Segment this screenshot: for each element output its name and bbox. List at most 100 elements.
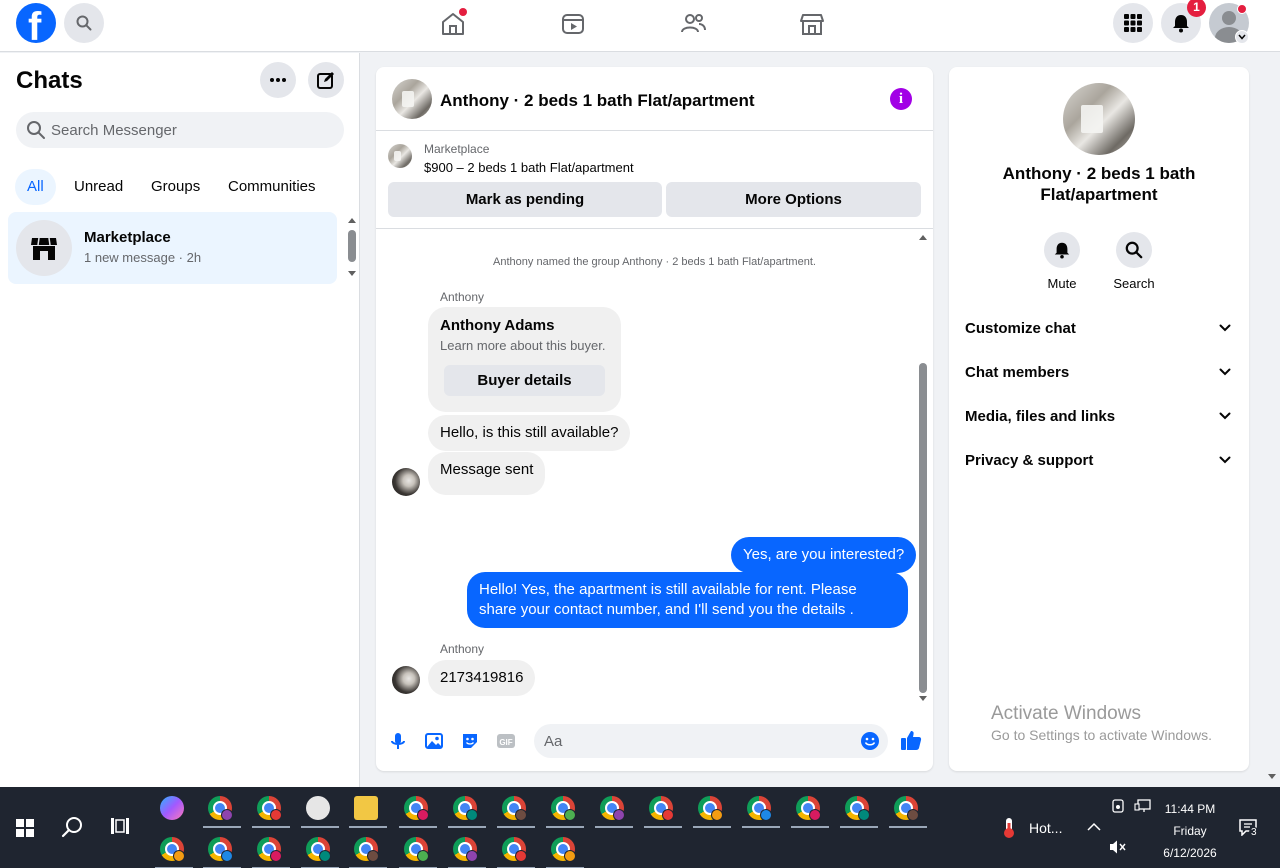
photo-icon[interactable] bbox=[424, 731, 444, 751]
taskbar-app-icon[interactable] bbox=[889, 792, 927, 828]
taskbar-app-icon[interactable] bbox=[301, 792, 339, 828]
taskbar-app-icon[interactable] bbox=[301, 833, 339, 868]
chrome-profile-badge bbox=[515, 850, 527, 862]
search-facebook-button[interactable] bbox=[64, 3, 104, 43]
sender-name: Anthony bbox=[440, 290, 485, 304]
scroll-down-arrow-icon[interactable] bbox=[918, 695, 928, 703]
taskbar-app-icon[interactable] bbox=[497, 833, 535, 868]
search-icon bbox=[76, 15, 92, 31]
chevron-up-icon[interactable] bbox=[1087, 822, 1101, 832]
volume-muted-icon[interactable] bbox=[1109, 839, 1127, 855]
taskbar-app-icon[interactable] bbox=[742, 792, 780, 828]
taskbar-app-icon[interactable] bbox=[252, 833, 290, 868]
taskbar-app-icon[interactable] bbox=[155, 792, 193, 828]
filter-communities[interactable]: Communities bbox=[216, 169, 328, 205]
new-message-button[interactable] bbox=[308, 62, 344, 98]
chat-options-button[interactable] bbox=[260, 62, 296, 98]
section-label: Privacy & support bbox=[965, 452, 1094, 469]
taskbar-app-icon[interactable] bbox=[546, 792, 584, 828]
menu-button[interactable] bbox=[1113, 3, 1153, 43]
weather-thermometer-icon[interactable] bbox=[1000, 817, 1018, 839]
conversation-info-icon[interactable]: i bbox=[890, 88, 912, 110]
section-chat-members[interactable]: Chat members bbox=[965, 358, 1233, 388]
taskbar-app-icon[interactable] bbox=[155, 833, 193, 868]
taskbar-app-icon[interactable] bbox=[203, 833, 241, 868]
taskbar-search-icon[interactable] bbox=[61, 815, 85, 839]
listing-thumbnail[interactable] bbox=[392, 79, 432, 119]
device-icon[interactable] bbox=[1110, 798, 1126, 814]
taskbar-app-icon[interactable] bbox=[448, 833, 486, 868]
taskbar-app-icon[interactable] bbox=[448, 792, 486, 828]
task-view-icon[interactable] bbox=[110, 817, 130, 835]
message-bubble-incoming[interactable]: 2173419816 bbox=[428, 660, 536, 696]
message-bubble-outgoing[interactable]: Yes, are you interested? bbox=[731, 537, 917, 573]
clock-date: 6/12/2026 bbox=[1163, 846, 1217, 860]
taskbar-app-icon[interactable] bbox=[840, 792, 878, 828]
search-messenger-input[interactable] bbox=[51, 112, 331, 148]
scroll-up-arrow-icon[interactable] bbox=[918, 233, 928, 241]
windows-start-icon[interactable] bbox=[16, 819, 34, 837]
message-bubble-incoming[interactable]: Hello, is this still available? bbox=[428, 415, 631, 451]
search-messenger[interactable] bbox=[16, 112, 344, 148]
taskbar-app-icon[interactable] bbox=[595, 792, 633, 828]
nav-tab-marketplace[interactable] bbox=[796, 8, 828, 40]
chevron-down-icon bbox=[1219, 456, 1231, 464]
page-scroll-down-arrow-icon[interactable] bbox=[1267, 773, 1277, 781]
section-privacy-support[interactable]: Privacy & support bbox=[965, 446, 1233, 476]
message-bubble-outgoing[interactable]: Hello! Yes, the apartment is still avail… bbox=[467, 572, 908, 628]
search-action[interactable]: Search bbox=[1104, 232, 1164, 291]
scroll-down-arrow-icon[interactable] bbox=[347, 270, 357, 278]
message-composer[interactable] bbox=[534, 724, 888, 758]
section-media-files-links[interactable]: Media, files and links bbox=[965, 402, 1233, 432]
taskbar-app-icon[interactable] bbox=[252, 792, 290, 828]
taskbar-app-icon[interactable] bbox=[349, 833, 387, 868]
taskbar-app-icon[interactable] bbox=[399, 833, 437, 868]
more-options-button[interactable]: More Options bbox=[666, 182, 921, 217]
taskbar-app-icon[interactable] bbox=[349, 792, 387, 828]
account-menu-chevron[interactable] bbox=[1235, 30, 1249, 44]
weather-text[interactable]: Hot... bbox=[1029, 820, 1062, 836]
mute-action[interactable]: Mute bbox=[1032, 232, 1092, 291]
taskbar-app-icon[interactable] bbox=[546, 833, 584, 868]
sticker-icon[interactable] bbox=[460, 731, 480, 751]
message-input[interactable] bbox=[544, 724, 844, 758]
conversation-title[interactable]: Anthony · 2 beds 1 bath Flat/apartment bbox=[440, 91, 755, 111]
filter-groups[interactable]: Groups bbox=[139, 169, 212, 205]
filter-unread[interactable]: Unread bbox=[62, 169, 135, 205]
buyer-details-button[interactable]: Buyer details bbox=[444, 365, 605, 396]
nav-tab-friends[interactable] bbox=[677, 8, 709, 40]
facebook-logo[interactable]: f bbox=[16, 3, 56, 43]
taskbar-app-icon[interactable] bbox=[791, 792, 829, 828]
mute-button[interactable] bbox=[1044, 232, 1080, 268]
nav-tab-home[interactable] bbox=[437, 8, 469, 40]
system-clock[interactable]: 11:44 PM Friday 6/12/2026 bbox=[1150, 798, 1230, 864]
conversation-scrollbar[interactable] bbox=[919, 363, 927, 693]
chrome-profile-badge bbox=[564, 850, 576, 862]
section-label: Chat members bbox=[965, 364, 1070, 381]
listing-small-thumbnail[interactable] bbox=[388, 144, 412, 168]
taskbar-app-icon[interactable] bbox=[693, 792, 731, 828]
chrome-profile-badge bbox=[760, 809, 772, 821]
scroll-up-arrow-icon[interactable] bbox=[347, 216, 357, 224]
emoji-icon[interactable] bbox=[860, 731, 880, 751]
sender-avatar[interactable] bbox=[392, 666, 420, 694]
nav-tab-video[interactable] bbox=[557, 8, 589, 40]
marketplace-label: Marketplace bbox=[424, 142, 490, 156]
mark-as-pending-button[interactable]: Mark as pending bbox=[388, 182, 662, 217]
taskbar-app-icon[interactable] bbox=[203, 792, 241, 828]
gif-icon[interactable]: GIF bbox=[496, 731, 516, 751]
microphone-icon[interactable] bbox=[388, 731, 408, 751]
thumbs-up-icon[interactable] bbox=[900, 729, 922, 751]
taskbar-app-icon[interactable] bbox=[644, 792, 682, 828]
filter-all[interactable]: All bbox=[15, 169, 56, 205]
chat-list-item-marketplace[interactable]: Marketplace 1 new message · 2h bbox=[8, 212, 337, 284]
chat-info-avatar[interactable] bbox=[1063, 83, 1135, 155]
chat-list-scrollbar[interactable] bbox=[348, 230, 356, 262]
search-in-conversation-button[interactable] bbox=[1116, 232, 1152, 268]
sender-avatar[interactable] bbox=[392, 468, 420, 496]
listing-price-title[interactable]: $900 – 2 beds 1 bath Flat/apartment bbox=[424, 160, 634, 175]
section-customize-chat[interactable]: Customize chat bbox=[965, 314, 1233, 344]
taskbar-app-icon[interactable] bbox=[399, 792, 437, 828]
taskbar-app-icon[interactable] bbox=[497, 792, 535, 828]
message-bubble-incoming[interactable]: Message sent bbox=[428, 452, 546, 495]
